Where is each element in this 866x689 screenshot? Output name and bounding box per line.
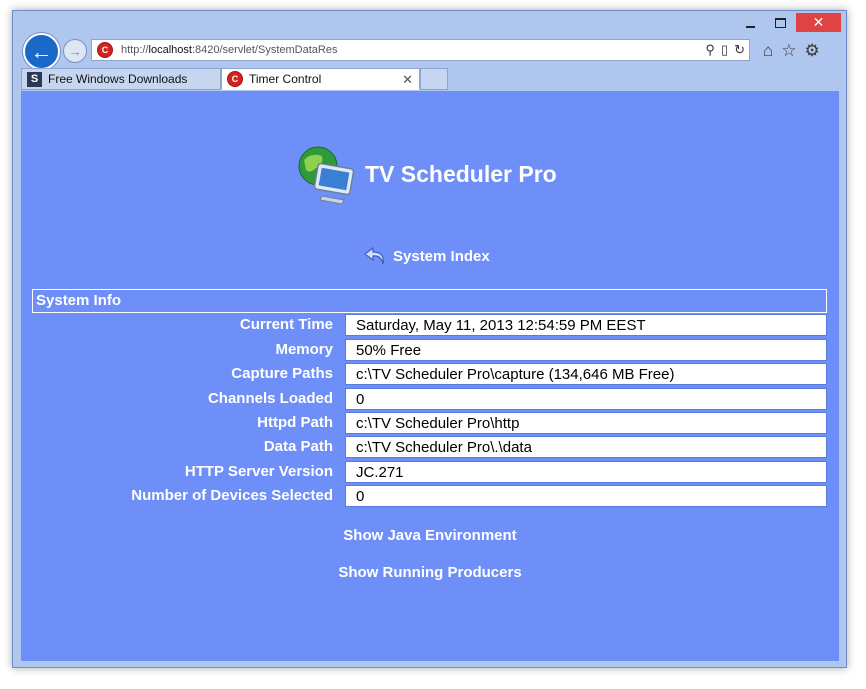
row-value: 0 <box>345 485 827 507</box>
refresh-icon[interactable]: ↻ <box>734 42 745 58</box>
url-rest: :8420/servlet/SystemDataRes <box>191 44 338 56</box>
forward-button[interactable]: → <box>63 39 87 63</box>
address-url[interactable]: http://localhost:8420/servlet/SystemData… <box>121 44 337 56</box>
site-favicon-icon: C <box>97 42 113 58</box>
info-row-channels-loaded: Channels Loaded 0 <box>32 388 827 410</box>
minimize-icon <box>745 25 755 28</box>
timer-favicon-icon: C <box>227 71 243 87</box>
row-label: Number of Devices Selected <box>131 487 333 504</box>
url-prefix: http:// <box>121 44 149 56</box>
row-value: 0 <box>345 388 827 410</box>
system-index-label: System Index <box>393 247 490 265</box>
browser-toolbar: ⌂ ☆ ⚙ <box>763 41 820 61</box>
new-tab-button[interactable] <box>420 68 448 90</box>
row-value: c:\TV Scheduler Pro\capture (134,646 MB … <box>345 363 827 385</box>
maximize-icon <box>774 17 786 28</box>
row-label: Channels Loaded <box>207 390 333 407</box>
close-icon: ✕ <box>812 14 825 30</box>
home-icon[interactable]: ⌂ <box>763 41 773 61</box>
info-row-httpd-path: Httpd Path c:\TV Scheduler Pro\http <box>32 412 827 434</box>
favorites-star-icon[interactable]: ☆ <box>781 41 796 61</box>
system-index-link[interactable]: System Index <box>363 246 490 266</box>
row-value: c:\TV Scheduler Pro\.\data <box>345 436 827 458</box>
row-label: Memory <box>275 341 333 358</box>
url-host: localhost <box>148 44 192 56</box>
app-title: TV Scheduler Pro <box>365 161 557 187</box>
row-label: HTTP Server Version <box>184 463 333 480</box>
minimize-button[interactable] <box>737 13 763 32</box>
tab-close-icon[interactable]: ✕ <box>402 72 413 88</box>
browser-window: ✕ ← → C http://localhost:8420/servlet/Sy… <box>12 10 847 668</box>
row-label: Httpd Path <box>257 414 333 431</box>
row-value: Saturday, May 11, 2013 12:54:59 PM EEST <box>345 314 827 336</box>
settings-gear-icon[interactable]: ⚙ <box>805 41 820 61</box>
back-button[interactable]: ← <box>23 33 60 70</box>
search-icon[interactable]: ⚲ <box>705 42 715 58</box>
tab-strip: S Free Windows Downloads C Timer Control… <box>21 68 841 91</box>
back-arrow-icon: ← <box>30 38 53 64</box>
system-info-header: System Info <box>32 289 827 313</box>
forward-arrow-icon: → <box>68 43 82 59</box>
softpedia-favicon-icon: S <box>27 71 42 87</box>
close-button[interactable]: ✕ <box>796 13 841 32</box>
info-row-data-path: Data Path c:\TV Scheduler Pro\.\data <box>32 436 827 458</box>
info-row-capture-paths: Capture Paths c:\TV Scheduler Pro\captur… <box>32 363 827 385</box>
row-label: Capture Paths <box>231 365 333 382</box>
tv-scheduler-logo-icon <box>298 146 355 205</box>
back-arrow-icon <box>364 246 384 265</box>
info-row-memory: Memory 50% Free <box>32 339 827 361</box>
address-bar[interactable]: C http://localhost:8420/servlet/SystemDa… <box>91 39 750 61</box>
show-java-environment-link[interactable]: Show Java Environment <box>21 527 839 544</box>
address-tools: ⚲ ▯ ↻ <box>705 42 745 58</box>
tab-free-windows-downloads[interactable]: S Free Windows Downloads <box>21 68 221 90</box>
tab-timer-control[interactable]: C Timer Control ✕ <box>221 68 420 90</box>
info-row-http-server-version: HTTP Server Version JC.271 <box>32 461 827 483</box>
compat-view-icon[interactable]: ▯ <box>721 42 728 58</box>
page-content: TV Scheduler Pro System Index System Inf… <box>21 91 839 661</box>
info-row-current-time: Current Time Saturday, May 11, 2013 12:5… <box>32 314 827 336</box>
info-row-devices-selected: Number of Devices Selected 0 <box>32 485 827 507</box>
row-value: 50% Free <box>345 339 827 361</box>
row-value: JC.271 <box>345 461 827 483</box>
tab-label: Free Windows Downloads <box>48 72 188 86</box>
tab-label: Timer Control <box>249 72 322 86</box>
row-label: Data Path <box>263 438 333 455</box>
row-value: c:\TV Scheduler Pro\http <box>345 412 827 434</box>
maximize-button[interactable] <box>767 13 793 32</box>
row-label: Current Time <box>239 316 333 333</box>
show-running-producers-link[interactable]: Show Running Producers <box>21 564 839 581</box>
